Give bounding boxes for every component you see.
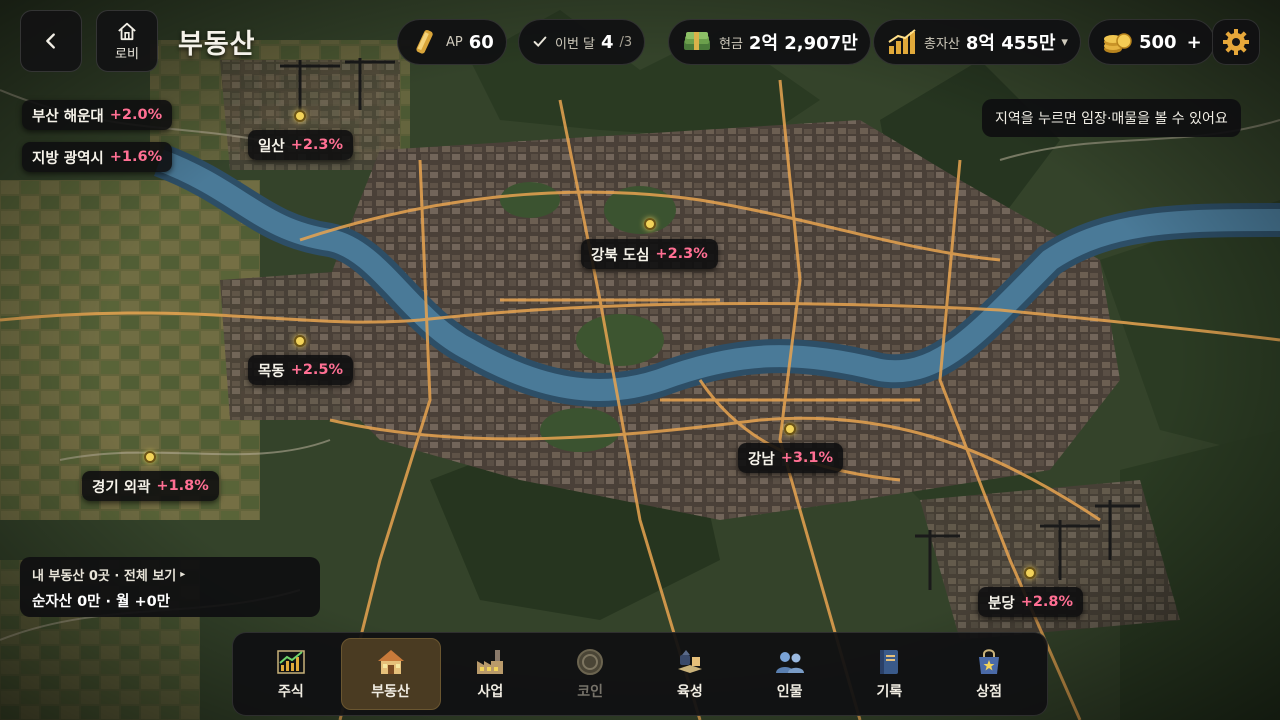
coins-value: 500 (1139, 31, 1177, 53)
nav-shop[interactable]: 상점 (939, 638, 1039, 710)
month-pill[interactable]: 이번 달 4 /3 (518, 19, 646, 65)
cash-value: 2억 2,907만 (748, 33, 858, 54)
factory-icon (477, 650, 504, 674)
nav-label: 코인 (577, 684, 603, 700)
mokdong-pin[interactable] (294, 335, 306, 347)
region-change: +2.3% (655, 246, 708, 262)
check-icon (533, 36, 547, 48)
nav-label: 주식 (277, 684, 304, 700)
nav-label: 인물 (776, 684, 803, 700)
cash-stack-icon (684, 32, 710, 50)
nav-records[interactable]: 기록 (840, 638, 940, 710)
region-change: +2.8% (1020, 594, 1074, 610)
region-name: 경기 외곽 (92, 479, 151, 496)
nav-coin[interactable]: 코인 (540, 638, 640, 710)
region-name: 목동 (258, 363, 285, 380)
region-name: 분당 (988, 595, 1015, 612)
coin-icon (577, 649, 604, 675)
gear-icon (1223, 29, 1249, 55)
shop-bag-icon (979, 649, 1000, 674)
month-total: /3 (619, 34, 633, 50)
gangbuk-pin[interactable] (644, 218, 656, 230)
ilsan-pin[interactable] (294, 110, 306, 122)
nav-label: 육성 (676, 684, 703, 700)
region-ilsan[interactable]: 일산 +2.3% (248, 130, 354, 160)
region-name: 일산 (258, 138, 285, 155)
region-change: +3.1% (780, 450, 834, 466)
map-hint: 지역을 누르면 임장·매물을 볼 수 있어요 (982, 99, 1241, 137)
bundang-pin[interactable] (1024, 567, 1036, 579)
region-gyeonggi-outskirts[interactable]: 경기 외곽 +1.8% (82, 471, 219, 501)
page-title: 부동산 (178, 29, 256, 60)
assets-value: 8억 455만 (965, 33, 1056, 54)
people-icon (775, 652, 804, 673)
ap-label: AP (446, 34, 463, 50)
coins-add-button[interactable]: + (1187, 32, 1202, 53)
month-label: 이번 달 (555, 36, 596, 52)
region-busan-haeundae[interactable]: 부산 해운대 +2.0% (22, 100, 173, 130)
region-change: +2.5% (290, 362, 344, 378)
my-properties-link[interactable]: 내 부동산 0곳 · 전체 보기 ▸ (32, 565, 308, 584)
nav-label: 기록 (876, 684, 903, 700)
cash-label: 현금 (719, 36, 743, 52)
region-change: +1.8% (156, 478, 209, 494)
home-icon (118, 22, 136, 40)
chevron-right-icon: ▸ (180, 569, 186, 580)
region-name: 강남 (748, 451, 775, 468)
gold-coins-icon (1104, 33, 1132, 53)
my-properties-panel[interactable]: 내 부동산 0곳 · 전체 보기 ▸ 순자산 0만 · 월 +0만 (20, 557, 320, 617)
stock-chart-icon (277, 650, 305, 674)
book-icon (880, 650, 899, 674)
region-change: +2.0% (109, 107, 163, 123)
nav-business[interactable]: 사업 (441, 638, 541, 710)
month-value: 4 (601, 31, 614, 53)
lobby-button[interactable]: 로비 (96, 10, 158, 72)
growth-icon (677, 650, 702, 673)
nav-stocks[interactable]: 주식 (241, 638, 341, 710)
region-name: 강북 도심 (591, 247, 650, 264)
back-button[interactable] (20, 10, 82, 72)
cash-pill[interactable]: 현금 2억 2,907만 (668, 19, 871, 65)
settings-button[interactable] (1212, 19, 1260, 65)
gyeonggi-pin[interactable] (144, 451, 156, 463)
assets-dropdown-icon[interactable]: ▾ (1061, 35, 1068, 50)
bottom-nav: 주식 부동산 사업 코인 육성 인물 기록 상점 (232, 632, 1048, 716)
region-bundang[interactable]: 분당 +2.8% (978, 587, 1084, 617)
nav-label: 부동산 (371, 684, 410, 700)
region-name: 부산 해운대 (32, 108, 104, 125)
region-gangnam[interactable]: 강남 +3.1% (738, 443, 844, 473)
assets-pill[interactable]: 총자산 8억 455만 ▾ (873, 19, 1081, 65)
region-change: +1.6% (109, 149, 163, 165)
gangnam-pin[interactable] (784, 423, 796, 435)
region-mokdong[interactable]: 목동 +2.5% (248, 355, 354, 385)
region-name: 지방 광역시 (32, 150, 104, 167)
coins-pill[interactable]: 500 + (1088, 19, 1215, 65)
region-change: +2.3% (290, 137, 344, 153)
nav-growth[interactable]: 육성 (640, 638, 740, 710)
growth-chart-icon (888, 29, 916, 54)
region-gangbuk[interactable]: 강북 도심 +2.3% (581, 239, 718, 269)
my-properties-summary: 순자산 0만 · 월 +0만 (32, 594, 171, 610)
lobby-label: 로비 (115, 46, 139, 62)
ap-value: 60 (468, 31, 494, 53)
assets-label: 총자산 (924, 36, 960, 52)
house-icon (377, 650, 404, 674)
nav-label: 사업 (477, 684, 504, 700)
my-properties-title: 내 부동산 0곳 · 전체 보기 (32, 569, 177, 584)
chevron-left-icon (46, 33, 55, 49)
ap-pill[interactable]: AP 60 (397, 19, 507, 65)
energy-scroll-icon (416, 29, 433, 54)
nav-label: 상점 (976, 684, 1002, 700)
nav-real-estate[interactable]: 부동산 (340, 638, 441, 710)
nav-people[interactable]: 인물 (740, 638, 840, 710)
region-metro-city[interactable]: 지방 광역시 +1.6% (22, 142, 173, 172)
